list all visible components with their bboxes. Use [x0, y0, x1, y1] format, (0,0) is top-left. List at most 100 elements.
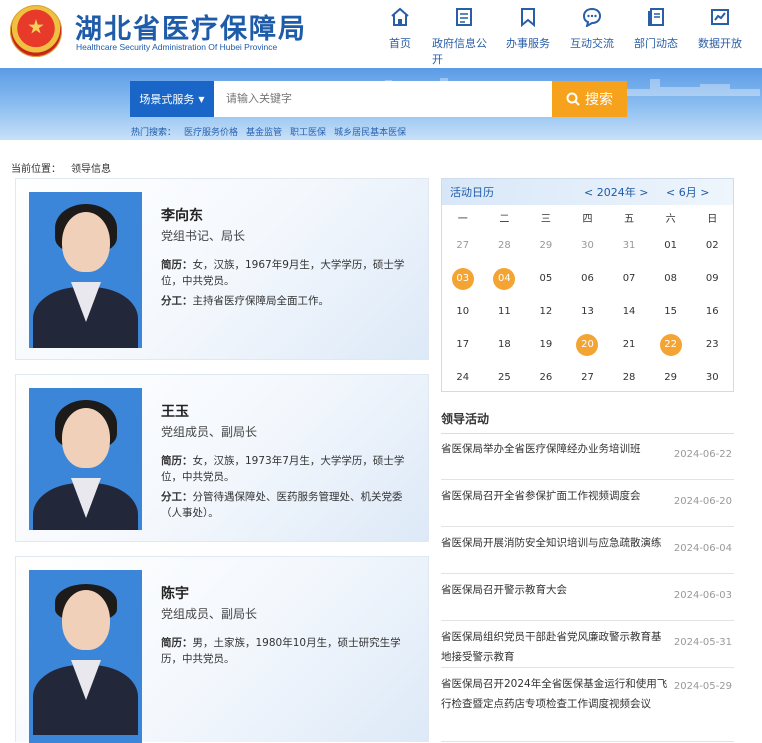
calendar-day[interactable]: 19	[525, 328, 567, 361]
nav-open-data[interactable]: 数据开放	[688, 6, 752, 67]
nav-services[interactable]: 办事服务	[496, 6, 560, 67]
activities-title: 领导活动	[441, 412, 490, 426]
bio-text: 女，汉族，1973年7月生，大学学历，硕士学位，中共党员。	[161, 455, 405, 483]
breadcrumb-label: 当前位置：	[11, 164, 61, 175]
calendar-day[interactable]: 01	[650, 229, 692, 262]
activity-item[interactable]: 省医保局召开全省参保扩面工作视频调度会 2024-06-20	[441, 480, 734, 527]
weekday-label: 四	[582, 213, 593, 225]
search-input[interactable]	[214, 81, 552, 117]
news-icon	[645, 6, 667, 28]
nav-interaction-label: 互动交流	[570, 37, 614, 50]
activity-item[interactable]: 省医保局召开警示教育大会 2024-06-03	[441, 574, 734, 621]
calendar-day[interactable]: 16	[691, 295, 733, 328]
calendar-day[interactable]: 22	[650, 328, 692, 361]
activity-item[interactable]: 省医保局召开2024年全省医保基金运行和使用飞行检查暨定点药店专项检查工作调度视…	[441, 668, 734, 742]
hot-search-link[interactable]: 基金监管	[246, 125, 282, 138]
leader-position: 党组书记、局长	[161, 229, 246, 243]
activity-item[interactable]: 省医保局举办全省医疗保障经办业务培训班 2024-06-22	[441, 433, 734, 480]
bio-label: 简历：	[161, 637, 193, 649]
site-title[interactable]: 湖北省医疗保障局	[75, 7, 307, 46]
calendar-day[interactable]: 10	[442, 295, 484, 328]
nav-home[interactable]: 首页	[368, 6, 432, 67]
calendar-day[interactable]: 09	[691, 262, 733, 295]
activity-title[interactable]: 省医保局举办全省医疗保障经办业务培训班	[441, 439, 669, 459]
chart-icon	[709, 6, 731, 28]
leader-duty: 分工：主持省医疗保障局全面工作。	[161, 293, 416, 309]
activity-item[interactable]: 省医保局组织党员干部赴省党风廉政警示教育基地接受警示教育 2024-05-31	[441, 621, 734, 668]
calendar-day[interactable]: 07	[608, 262, 650, 295]
bio-label: 简历：	[161, 259, 193, 271]
leader-card: 李向东 党组书记、局长 简历：女，汉族，1967年9月生，大学学历，硕士学位，中…	[15, 178, 429, 360]
bookmark-icon	[517, 6, 539, 28]
calendar-year-selector[interactable]: < 2024年 >	[584, 184, 648, 200]
calendar-day[interactable]: 23	[691, 328, 733, 361]
calendar-day[interactable]: 30	[691, 361, 733, 394]
nav-dept-news[interactable]: 部门动态	[624, 6, 688, 67]
calendar-day[interactable]: 26	[525, 361, 567, 394]
search-button[interactable]: 搜索	[552, 81, 627, 117]
hot-search-link[interactable]: 城乡居民基本医保	[334, 125, 406, 138]
activity-title[interactable]: 省医保局组织党员干部赴省党风廉政警示教育基地接受警示教育	[441, 627, 669, 667]
hot-search-link[interactable]: 职工医保	[290, 125, 326, 138]
calendar-day[interactable]: 05	[525, 262, 567, 295]
nav-home-label: 首页	[389, 37, 411, 50]
activity-title[interactable]: 省医保局召开全省参保扩面工作视频调度会	[441, 486, 669, 506]
duty-text: 主持省医疗保障局全面工作。	[192, 295, 330, 307]
activity-title[interactable]: 省医保局召开警示教育大会	[441, 580, 669, 600]
calendar-day[interactable]: 27	[442, 229, 484, 262]
activity-item[interactable]: 省医保局开展消防安全知识培训与应急疏散演练 2024-06-04	[441, 527, 734, 574]
bio-label: 简历：	[161, 455, 193, 467]
leader-photo	[29, 388, 142, 530]
leader-photo	[29, 192, 142, 348]
leader-bio: 简历：女，汉族，1967年9月生，大学学历，硕士学位，中共党员。	[161, 257, 416, 289]
document-icon	[453, 6, 475, 28]
calendar-day[interactable]: 20	[567, 328, 609, 361]
calendar-day[interactable]: 08	[650, 262, 692, 295]
duty-label: 分工：	[161, 491, 193, 503]
leader-photo	[29, 570, 142, 743]
activity-calendar: 活动日历 < 2024年 > < 6月 > 一 二 三 四 五 六 日 27 28…	[441, 178, 734, 392]
nav-open-data-label: 数据开放	[698, 37, 742, 50]
nav-gov-info-label: 政府信息公开	[432, 37, 487, 66]
activity-title[interactable]: 省医保局召开2024年全省医保基金运行和使用飞行检查暨定点药店专项检查工作调度视…	[441, 674, 669, 714]
search-icon	[566, 92, 580, 106]
calendar-day[interactable]: 06	[567, 262, 609, 295]
calendar-day[interactable]: 28	[484, 229, 526, 262]
calendar-day[interactable]: 03	[442, 262, 484, 295]
calendar-day[interactable]: 02	[691, 229, 733, 262]
breadcrumb-current[interactable]: 领导信息	[71, 160, 111, 175]
calendar-day[interactable]: 18	[484, 328, 526, 361]
leader-bio: 简历：女，汉族，1973年7月生，大学学历，硕士学位，中共党员。	[161, 453, 416, 485]
calendar-day[interactable]: 15	[650, 295, 692, 328]
calendar-day[interactable]: 04	[484, 262, 526, 295]
calendar-day[interactable]: 21	[608, 328, 650, 361]
activity-title[interactable]: 省医保局开展消防安全知识培训与应急疏散演练	[441, 533, 669, 553]
activity-date: 2024-05-31	[673, 637, 732, 648]
activity-date: 2024-05-29	[673, 681, 732, 692]
calendar-day[interactable]: 13	[567, 295, 609, 328]
calendar-day[interactable]: 24	[442, 361, 484, 394]
leader-position: 党组成员、副局长	[161, 607, 258, 621]
calendar-day[interactable]: 25	[484, 361, 526, 394]
calendar-grid: 一 二 三 四 五 六 日 27 28 29 30 31 01 02 03 04 05 06 07 08…	[442, 205, 733, 394]
activity-date: 2024-06-20	[673, 496, 732, 507]
search-scope-dropdown[interactable]: 场景式服务 ▼	[130, 81, 214, 117]
calendar-day[interactable]: 12	[525, 295, 567, 328]
calendar-day[interactable]: 29	[525, 229, 567, 262]
calendar-day[interactable]: 31	[608, 229, 650, 262]
nav-dept-news-label: 部门动态	[634, 37, 678, 50]
calendar-day[interactable]: 29	[650, 361, 692, 394]
duty-text: 分管待遇保障处、医药服务管理处、机关党委（人事处）。	[161, 491, 403, 519]
calendar-title: 活动日历	[450, 186, 494, 199]
calendar-day-highlight: 03	[451, 267, 474, 290]
calendar-day[interactable]: 14	[608, 295, 650, 328]
nav-gov-info[interactable]: 政府信息公开	[432, 6, 496, 67]
calendar-day[interactable]: 17	[442, 328, 484, 361]
calendar-day[interactable]: 11	[484, 295, 526, 328]
calendar-day[interactable]: 28	[608, 361, 650, 394]
nav-interaction[interactable]: 互动交流	[560, 6, 624, 67]
calendar-month-selector[interactable]: < 6月 >	[666, 184, 709, 200]
calendar-day[interactable]: 27	[567, 361, 609, 394]
hot-search-link[interactable]: 医疗服务价格	[184, 125, 238, 138]
calendar-day[interactable]: 30	[567, 229, 609, 262]
